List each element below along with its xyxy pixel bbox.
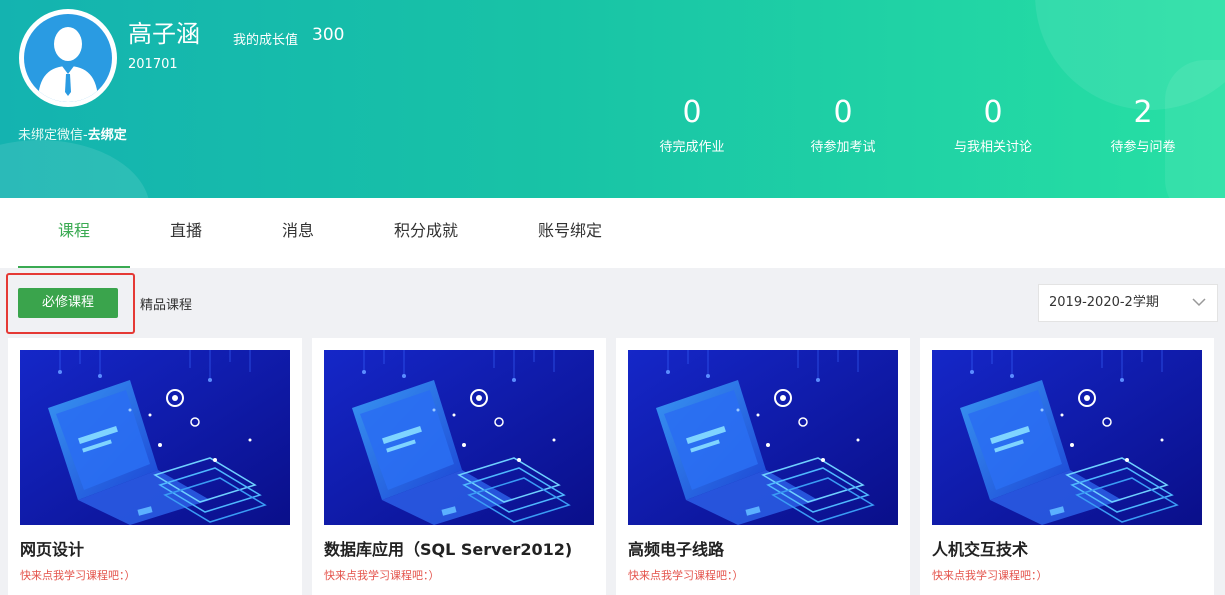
stat-value: 2 <box>1133 95 1153 130</box>
chevron-down-icon <box>1191 285 1207 335</box>
tab-account-binding[interactable]: 账号绑定 <box>538 198 602 268</box>
wechat-status: 未绑定微信-去绑定 <box>18 124 127 143</box>
course-thumbnail <box>932 350 1202 525</box>
stat-related-discussions[interactable]: 0 与我相关讨论 <box>933 95 1053 155</box>
stat-label: 与我相关讨论 <box>953 140 1032 155</box>
wechat-status-text: 未绑定微信- <box>18 128 88 143</box>
premium-courses-button[interactable]: 精品课程 <box>140 294 192 313</box>
stat-pending-homework[interactable]: 0 待完成作业 <box>632 95 752 155</box>
course-thumbnail <box>324 350 594 525</box>
tab-points-achievements[interactable]: 积分成就 <box>394 198 458 268</box>
stat-pending-exams[interactable]: 0 待参加考试 <box>783 95 903 155</box>
course-hint: 快来点我学习课程吧：） <box>628 569 744 582</box>
highlight-box <box>6 273 135 334</box>
tab-courses[interactable]: 课程 <box>58 198 90 268</box>
profile-header: 高子涵 我的成长值 300 201701 未绑定微信-去绑定 0 待完成作业 0… <box>0 0 1225 198</box>
stat-label: 待参与问卷 <box>1110 140 1176 155</box>
stat-pending-surveys[interactable]: 2 待参与问卷 <box>1083 95 1203 155</box>
course-title: 网页设计 <box>20 540 85 559</box>
course-hint: 快来点我学习课程吧：） <box>20 569 136 582</box>
term-select[interactable]: 2019-2020-2学期 <box>1038 284 1218 322</box>
growth-value: 300 <box>312 25 345 45</box>
course-card[interactable]: 人机交互技术 快来点我学习课程吧：） <box>920 338 1214 595</box>
course-thumbnail <box>20 350 290 525</box>
course-title: 人机交互技术 <box>932 540 1029 559</box>
course-card[interactable]: 数据库应用（SQL Server2012) 快来点我学习课程吧：） <box>312 338 606 595</box>
bind-wechat-link[interactable]: 去绑定 <box>88 128 127 143</box>
avatar[interactable] <box>19 9 117 107</box>
growth-label: 我的成长值 <box>233 33 299 48</box>
decorative-blob <box>0 140 150 198</box>
user-avatar-icon <box>24 14 112 102</box>
stat-value: 0 <box>682 95 702 130</box>
course-card[interactable]: 高频电子线路 快来点我学习课程吧：） <box>616 338 910 595</box>
user-name: 高子涵 <box>128 20 200 48</box>
stat-value: 0 <box>983 95 1003 130</box>
tab-messages[interactable]: 消息 <box>282 198 314 268</box>
stat-label: 待参加考试 <box>810 140 876 155</box>
course-title: 高频电子线路 <box>628 540 725 559</box>
stat-label: 待完成作业 <box>659 140 725 155</box>
student-id: 201701 <box>128 57 178 72</box>
stat-value: 0 <box>833 95 853 130</box>
term-select-value: 2019-2020-2学期 <box>1049 295 1159 310</box>
course-title: 数据库应用（SQL Server2012) <box>324 540 573 559</box>
main-tabs: 课程 直播 消息 积分成就 账号绑定 <box>0 198 1225 268</box>
course-hint: 快来点我学习课程吧：） <box>932 569 1048 582</box>
course-card[interactable]: 网页设计 快来点我学习课程吧：） <box>8 338 302 595</box>
course-thumbnail <box>628 350 898 525</box>
active-tab-indicator <box>18 266 130 268</box>
course-hint: 快来点我学习课程吧：） <box>324 569 440 582</box>
tab-live[interactable]: 直播 <box>170 198 202 268</box>
